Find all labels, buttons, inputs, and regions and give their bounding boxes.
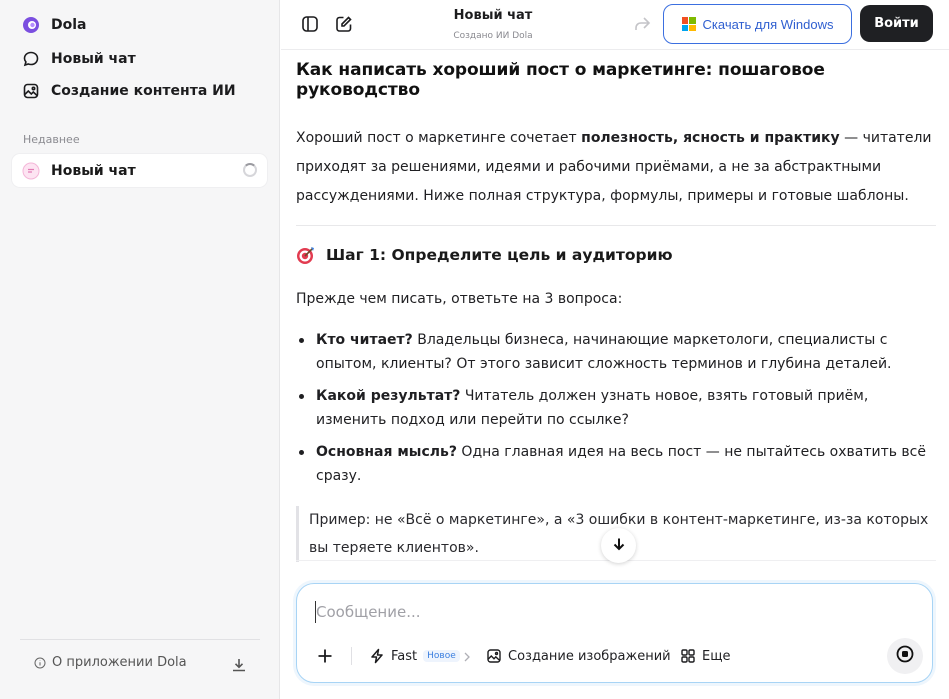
article-title: Как написать хороший пост о маркетинге: … xyxy=(296,60,825,100)
record-stop-icon xyxy=(896,645,914,667)
chevron-right-icon xyxy=(464,651,470,662)
dola-logo-icon xyxy=(22,16,40,34)
more-label: Еще xyxy=(702,648,731,664)
chat-title: Новый чат xyxy=(453,8,533,23)
lightning-icon xyxy=(369,648,385,664)
brand-name: Dola xyxy=(51,17,87,33)
download-windows-label: Скачать для Windows xyxy=(702,16,834,32)
sidebar-item-new-chat[interactable]: Новый чат xyxy=(12,44,267,74)
bullet-bold: Какой результат? xyxy=(316,388,461,404)
grid-icon xyxy=(680,648,696,664)
step1-title: Шаг 1: Определите цель и аудиторию xyxy=(326,246,673,264)
image-icon xyxy=(486,648,502,664)
image-generation-button[interactable]: Создание изображений xyxy=(486,644,671,668)
fast-mode-button[interactable]: Fast Новое xyxy=(369,644,470,668)
step1-heading: Шаг 1: Определите цель и аудиторию xyxy=(296,245,936,265)
intro-bold: полезность, ясность и практику xyxy=(581,130,840,146)
sidebar: Dola Новый чат Создание контента ИИ Неда… xyxy=(0,0,280,699)
article-intro: Хороший пост о маркетинге сочетает полез… xyxy=(296,124,936,211)
brand-row[interactable]: Dola xyxy=(12,10,267,40)
composer-separator xyxy=(351,647,352,665)
download-windows-button[interactable]: Скачать для Windows xyxy=(663,4,852,44)
text-caret xyxy=(315,601,316,623)
about-app-link[interactable]: О приложении Dola xyxy=(34,655,187,670)
bullet-bold: Основная мысль? xyxy=(316,444,457,460)
intro-text-start: Хороший пост о маркетинге сочетает xyxy=(296,130,582,146)
list-item: Какой результат? Читатель должен узнать … xyxy=(296,384,936,432)
windows-logo-icon xyxy=(681,17,696,31)
recent-section-label: Недавнее xyxy=(23,133,80,146)
image-gen-label: Создание изображений xyxy=(508,648,671,664)
chat-avatar-icon xyxy=(22,162,40,180)
sidebar-item-label: Новый чат xyxy=(51,51,136,67)
section-divider xyxy=(296,225,936,226)
arrow-down-icon xyxy=(611,536,627,556)
list-item: Основная мысль? Одна главная идея на вес… xyxy=(296,440,936,488)
message-composer: Fast Новое Создание изображений Еще xyxy=(296,583,933,683)
new-badge: Новое xyxy=(423,650,460,662)
recent-chat-item[interactable]: Новый чат xyxy=(12,154,267,187)
sidebar-divider xyxy=(20,639,260,640)
list-item: Кто читает? Владельцы бизнеса, начинающи… xyxy=(296,328,936,376)
message-input[interactable] xyxy=(316,603,876,621)
more-tools-button[interactable]: Еще xyxy=(680,644,730,668)
new-chat-edit-icon[interactable] xyxy=(334,14,354,34)
share-icon[interactable] xyxy=(632,15,652,33)
chat-bubble-icon xyxy=(22,50,40,68)
chat-response: Как написать хороший пост о маркетинге: … xyxy=(296,60,936,562)
fast-label: Fast xyxy=(391,648,418,664)
step1-lead: Прежде чем писать, ответьте на 3 вопроса… xyxy=(296,291,623,307)
image-gallery-icon xyxy=(22,82,40,100)
recent-chat-label: Новый чат xyxy=(51,162,136,179)
sidebar-item-label: Создание контента ИИ xyxy=(51,83,236,99)
chat-subtitle: Создано ИИ Dola xyxy=(453,31,533,41)
scroll-down-button[interactable] xyxy=(601,528,636,563)
download-icon[interactable] xyxy=(230,656,248,674)
sidebar-toggle-icon[interactable] xyxy=(300,14,320,34)
target-icon xyxy=(296,245,316,265)
questions-list: Кто читает? Владельцы бизнеса, начинающи… xyxy=(296,328,936,488)
topbar: Новый чат Создано ИИ Dola Скачать для Wi… xyxy=(281,0,949,50)
sidebar-item-ai-content[interactable]: Создание контента ИИ xyxy=(12,76,267,106)
info-icon xyxy=(34,657,46,669)
plus-icon[interactable] xyxy=(315,646,335,666)
voice-record-button[interactable] xyxy=(887,638,923,674)
bullet-bold: Кто читает? xyxy=(316,332,413,348)
login-button[interactable]: Войти xyxy=(860,5,933,42)
loading-spinner-icon xyxy=(243,163,257,177)
about-label: О приложении Dola xyxy=(52,655,187,670)
